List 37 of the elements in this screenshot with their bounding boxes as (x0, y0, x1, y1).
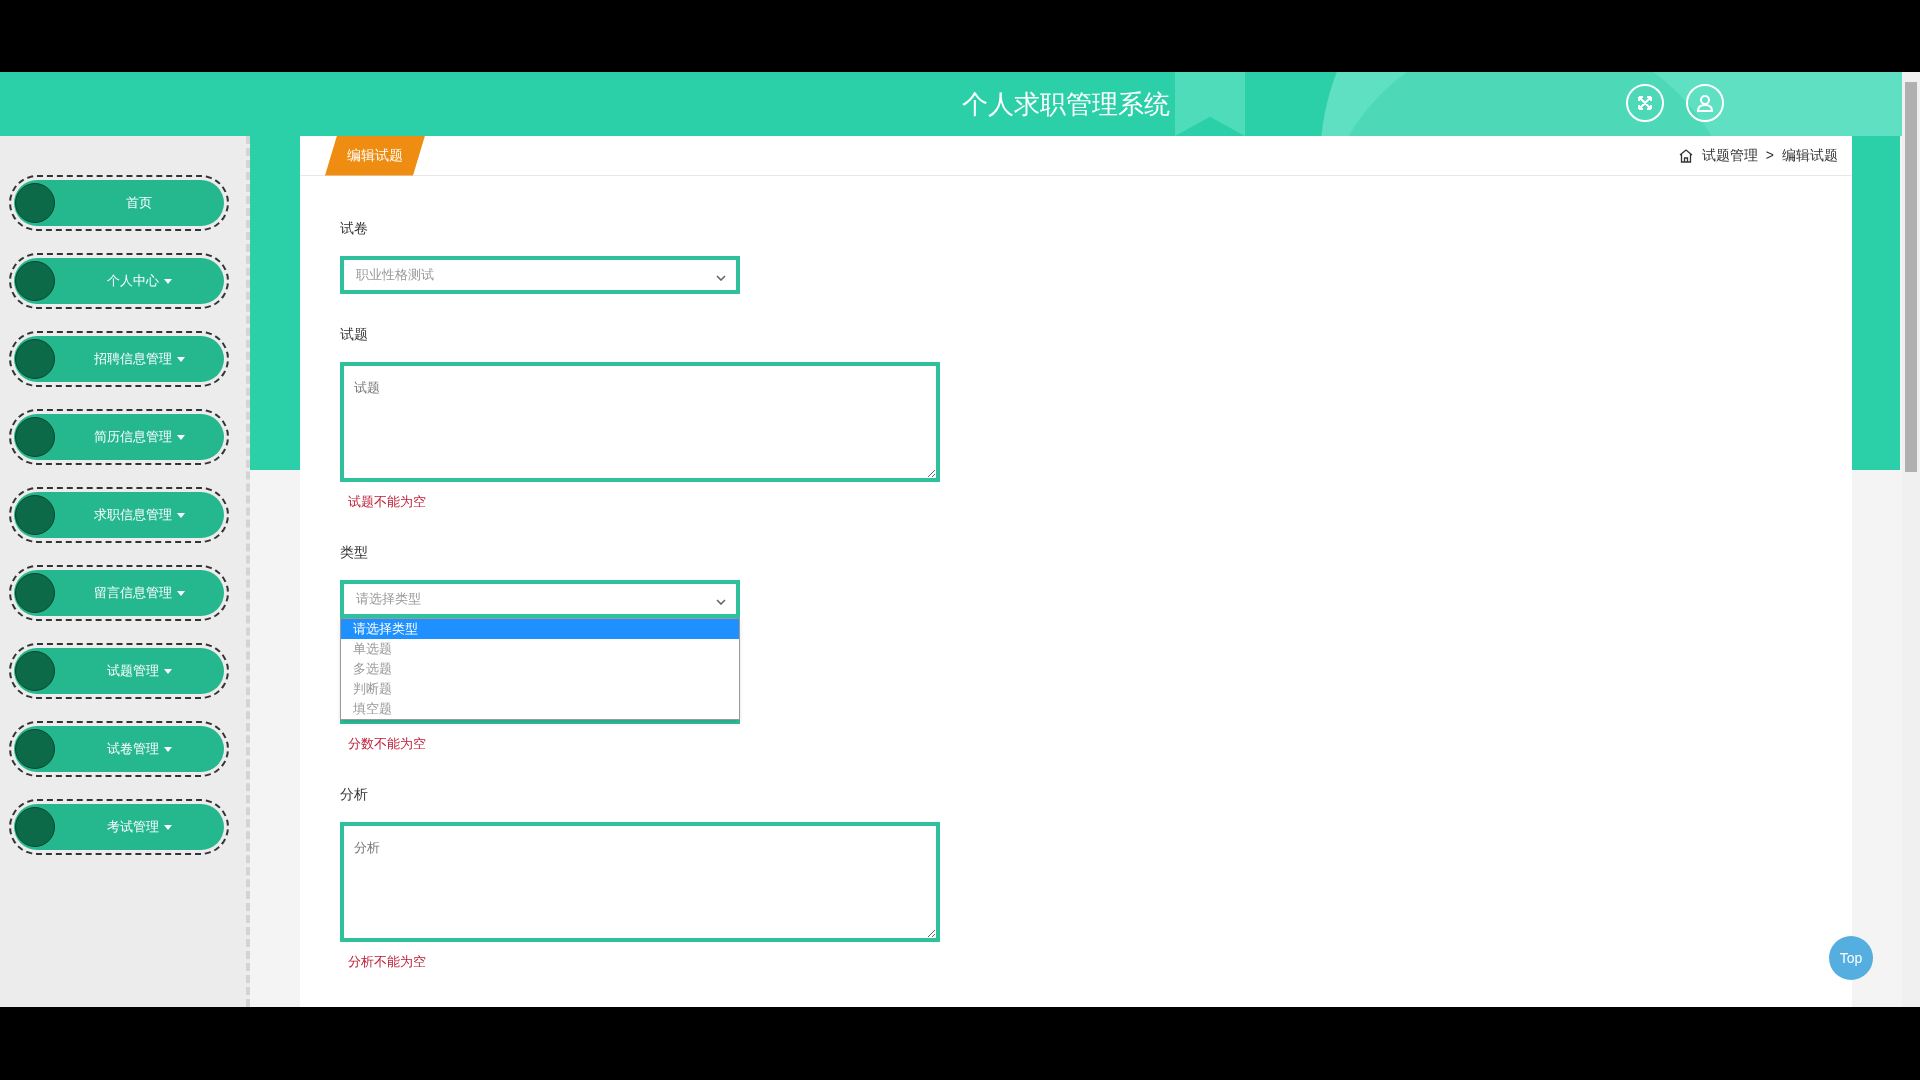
field-label: 试题 (340, 325, 368, 344)
sidebar-item[interactable]: 求职信息管理 (9, 487, 229, 543)
tab[interactable]: 编辑试题 (325, 135, 425, 176)
select-field[interactable]: 职业性格测试 (340, 256, 740, 294)
sidebar-item[interactable]: 考试管理 (9, 799, 229, 855)
field-label: 试卷 (340, 219, 368, 238)
field-label: 类型 (340, 543, 368, 562)
field-label: 分析 (340, 785, 368, 804)
dropdown-option[interactable]: 单选题 (341, 639, 739, 659)
text-area[interactable]: 分析 (340, 822, 940, 942)
breadcrumb-link[interactable]: 编辑试题 (1782, 145, 1838, 166)
sidebar-item[interactable]: 试题管理 (9, 643, 229, 699)
dropdown-option[interactable]: 判断题 (341, 679, 739, 699)
error-message: 分数不能为空 (348, 735, 426, 753)
sidebar-item[interactable]: 简历信息管理 (9, 409, 229, 465)
breadcrumb-separator: > (1765, 146, 1774, 165)
error-message: 分析不能为空 (348, 953, 426, 971)
chevron-down-icon (716, 275, 726, 281)
sidebar-item[interactable]: 首页 (9, 175, 229, 231)
dropdown-option[interactable]: 多选题 (341, 659, 739, 679)
dropdown-option[interactable]: 填空题 (341, 699, 739, 719)
dropdown-option[interactable]: 请选择类型 (341, 619, 739, 639)
app-title: 个人求职管理系统 (961, 87, 1170, 121)
text-area[interactable]: 试题 (340, 362, 940, 482)
breadcrumb-link[interactable]: 试题管理 (1701, 145, 1758, 166)
scrollbar[interactable] (1902, 72, 1920, 1007)
error-message: 试题不能为空 (348, 493, 426, 511)
chevron-down-icon (716, 599, 726, 605)
ribbon-decoration (1175, 72, 1245, 136)
sidebar-item[interactable]: 招聘信息管理 (9, 331, 229, 387)
sidebar-item[interactable]: 个人中心 (9, 253, 229, 309)
sidebar-item[interactable]: 试卷管理 (9, 721, 229, 777)
sidebar-item[interactable]: 留言信息管理 (9, 565, 229, 621)
user-icon[interactable] (1686, 84, 1724, 122)
home-icon[interactable] (1677, 147, 1694, 164)
select-field[interactable]: 请选择类型 (340, 580, 740, 618)
fullscreen-icon[interactable] (1626, 84, 1664, 122)
